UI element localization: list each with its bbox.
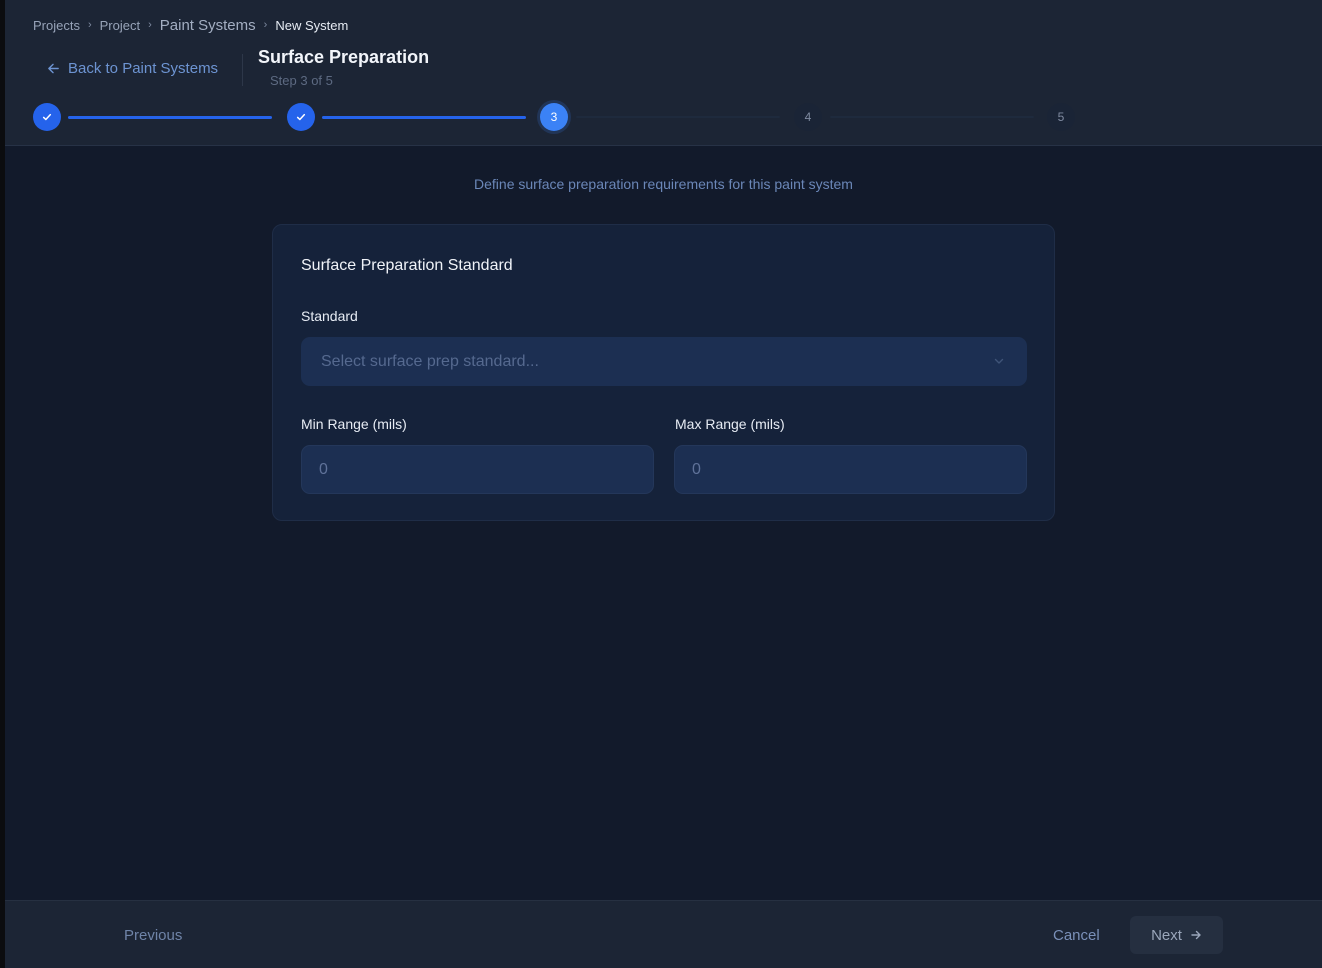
check-icon <box>42 113 52 121</box>
breadcrumb-current: New System <box>275 17 349 33</box>
step-caption: Step 3 of 5 <box>270 73 333 88</box>
next-button[interactable]: Next <box>1130 916 1223 954</box>
max-range-value: 0 <box>692 460 701 478</box>
breadcrumb-project[interactable]: Project <box>100 18 140 33</box>
surface-prep-card: Surface Preparation Standard Standard Se… <box>272 224 1055 521</box>
previous-button[interactable]: Previous <box>124 927 182 944</box>
step-connector-3 <box>576 116 780 118</box>
header-divider <box>242 54 243 86</box>
header: Projects › Project › Paint Systems › New… <box>5 0 1322 146</box>
chevron-right-icon: › <box>263 19 268 31</box>
standard-select-placeholder: Select surface prep standard... <box>321 352 539 370</box>
arrow-left-icon <box>48 63 59 73</box>
step-1-complete[interactable] <box>33 103 61 131</box>
footer: Previous Cancel Next <box>5 900 1322 968</box>
breadcrumb-paint-systems[interactable]: Paint Systems <box>160 17 256 34</box>
step-5: 5 <box>1047 103 1075 131</box>
step-2-complete[interactable] <box>287 103 315 131</box>
standard-label: Standard <box>301 308 358 324</box>
back-link-label: Back to Paint Systems <box>68 59 219 77</box>
min-range-input[interactable]: 0 <box>301 445 654 494</box>
max-range-label: Max Range (mils) <box>675 416 785 432</box>
chevron-right-icon: › <box>87 19 92 31</box>
min-range-label: Min Range (mils) <box>301 416 407 432</box>
chevron-right-icon: › <box>148 19 152 31</box>
step-description: Define surface preparation requirements … <box>474 176 853 192</box>
next-button-label: Next <box>1151 926 1182 944</box>
step-3-current[interactable]: 3 <box>540 103 568 131</box>
step-4: 4 <box>794 103 822 131</box>
cancel-button[interactable]: Cancel <box>1053 927 1100 944</box>
check-icon <box>296 113 306 121</box>
standard-select[interactable]: Select surface prep standard... <box>301 337 1027 386</box>
step-connector-4 <box>830 116 1034 118</box>
app-window: Projects › Project › Paint Systems › New… <box>5 0 1322 968</box>
page-title: Surface Preparation <box>258 47 430 67</box>
min-range-value: 0 <box>319 460 328 478</box>
max-range-input[interactable]: 0 <box>674 445 1027 494</box>
back-to-paint-systems-link[interactable]: Back to Paint Systems <box>47 59 218 77</box>
arrow-right-icon <box>1191 930 1201 940</box>
card-title: Surface Preparation Standard <box>301 257 513 274</box>
chevron-down-icon <box>994 358 1004 364</box>
breadcrumb-projects[interactable]: Projects <box>33 18 80 33</box>
step-connector-2 <box>322 116 526 119</box>
step-connector-1 <box>68 116 272 119</box>
breadcrumb: Projects › Project › Paint Systems › New… <box>33 17 349 34</box>
